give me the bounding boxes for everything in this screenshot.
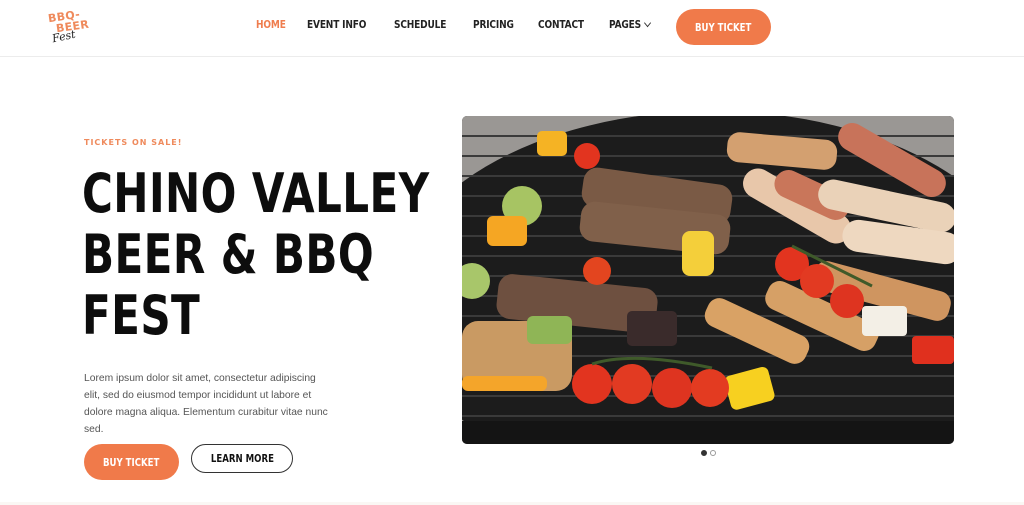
site-logo[interactable]: BBQ- BEER Fest — [46, 8, 96, 48]
nav-label: PAGES — [608, 18, 641, 31]
grill-rim — [462, 421, 954, 444]
tomato — [572, 364, 612, 404]
nav-label: CONTACT — [537, 18, 584, 31]
header-buy-ticket-button[interactable]: BUY TICKET — [676, 9, 771, 45]
onion — [862, 306, 907, 336]
nav-item-home[interactable]: HOME — [256, 18, 286, 31]
bbq-grill-illustration — [462, 116, 954, 444]
hero-title-line: CHINO VALLEY — [82, 162, 430, 225]
slider-dot-2[interactable] — [710, 450, 716, 456]
corn — [682, 231, 714, 276]
button-label: BUY TICKET — [695, 20, 752, 34]
site-header: BBQ- BEER Fest HOME EVENT INFO SCHEDULE … — [0, 0, 1024, 57]
eggplant — [627, 311, 677, 346]
zucchini — [527, 316, 572, 344]
nav-label: HOME — [256, 18, 286, 31]
logo-text-line3: Fest — [50, 27, 77, 46]
pepper — [462, 376, 547, 391]
hero-eyebrow: TICKETS ON SALE! — [84, 138, 183, 147]
nav-label: SCHEDULE — [394, 18, 447, 31]
red-pepper — [912, 336, 954, 364]
nav-item-pages[interactable]: PAGES — [608, 18, 651, 31]
slider-pagination — [701, 450, 716, 456]
tomato — [652, 368, 692, 408]
button-label: BUY TICKET — [103, 455, 160, 469]
tomato — [574, 143, 600, 169]
hero-description: Lorem ipsum dolor sit amet, consectetur … — [84, 373, 328, 435]
tomato — [830, 284, 864, 318]
nav-item-pricing[interactable]: PRICING — [473, 18, 514, 31]
tomato — [583, 257, 611, 285]
hero-buy-ticket-button[interactable]: BUY TICKET — [84, 444, 179, 480]
hero-title-line: FEST — [82, 284, 201, 347]
pepper — [537, 131, 567, 156]
tomato — [800, 264, 834, 298]
main-nav: HOME EVENT INFO SCHEDULE PRICING CONTACT… — [256, 18, 659, 31]
nav-item-event-info[interactable]: EVENT INFO — [307, 18, 366, 31]
button-label: LEARN MORE — [210, 452, 274, 465]
hero-image-bbq-grill — [462, 116, 954, 444]
chevron-down-icon — [643, 18, 651, 28]
nav-label: EVENT INFO — [307, 18, 367, 31]
pepper — [487, 216, 527, 246]
nav-label: PRICING — [473, 18, 514, 31]
nav-item-schedule[interactable]: SCHEDULE — [394, 18, 446, 31]
tomato — [612, 364, 652, 404]
tomato — [691, 369, 729, 407]
nav-item-contact[interactable]: CONTACT — [538, 18, 584, 31]
learn-more-button[interactable]: LEARN MORE — [191, 444, 293, 473]
hero-title: CHINO VALLEY BEER & BBQ FEST — [82, 162, 430, 347]
hero-title-line: BEER & BBQ — [82, 223, 375, 286]
slider-dot-1[interactable] — [701, 450, 707, 456]
